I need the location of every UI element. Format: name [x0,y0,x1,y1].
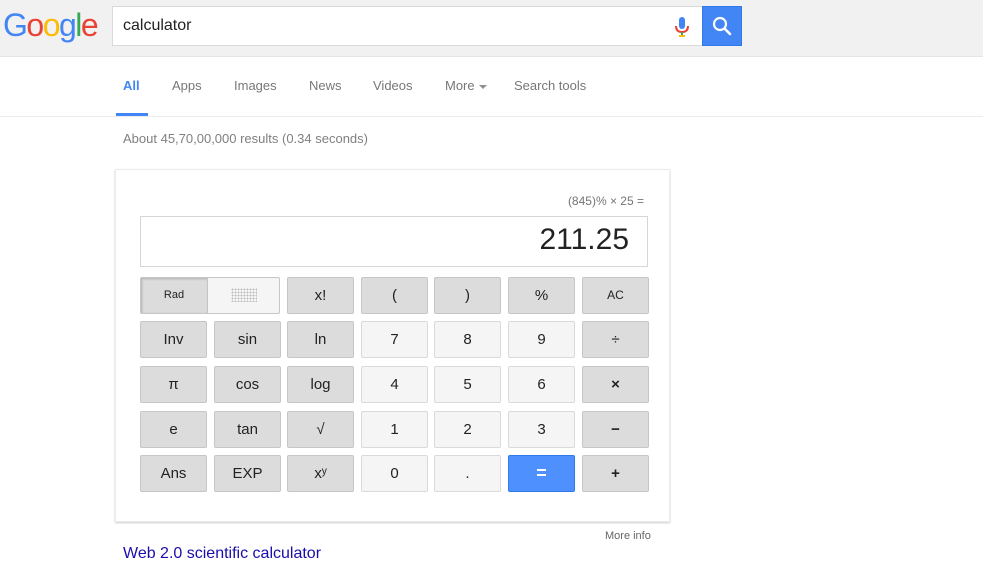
log-key[interactable]: log [287,366,354,403]
calculator-card: (845)% × 25 = 211.25 Rad x! ( ) % AC Inv… [115,169,670,522]
percent-key[interactable]: % [508,277,575,314]
deg-option-dots[interactable] [231,288,257,302]
digit-8-key[interactable]: 8 [434,321,501,358]
rad-deg-toggle[interactable]: Rad [140,277,280,314]
decimal-key[interactable]: . [434,455,501,492]
digit-2-key[interactable]: 2 [434,411,501,448]
clear-key[interactable]: AC [582,277,649,314]
microphone-icon[interactable] [675,17,689,37]
search-box [112,6,702,46]
tab-news[interactable]: News [309,78,342,93]
tab-more[interactable]: More [445,78,487,93]
next-result-title[interactable]: Web 2.0 scientific calculator [123,545,321,563]
header: Google [0,0,983,57]
tab-videos[interactable]: Videos [373,78,413,93]
calculator-display: 211.25 [140,216,648,267]
minus-key[interactable]: − [582,411,649,448]
more-info-link[interactable]: More info [605,530,651,542]
digit-9-key[interactable]: 9 [508,321,575,358]
inv-key[interactable]: Inv [140,321,207,358]
plus-key[interactable]: + [582,455,649,492]
e-key[interactable]: e [140,411,207,448]
ans-key[interactable]: Ans [140,455,207,492]
calculator-history: (845)% × 25 = [567,194,644,208]
tab-all[interactable]: All [123,78,140,93]
search-icon [712,16,732,36]
ln-key[interactable]: ln [287,321,354,358]
search-tabs: All Apps Images News Videos More Search … [0,57,983,117]
digit-0-key[interactable]: 0 [361,455,428,492]
tan-key[interactable]: tan [214,411,281,448]
tab-images[interactable]: Images [234,78,277,93]
sin-key[interactable]: sin [214,321,281,358]
search-button[interactable] [702,6,742,46]
result-stats: About 45,70,00,000 results (0.34 seconds… [123,131,368,146]
tab-apps[interactable]: Apps [172,78,202,93]
sqrt-key[interactable]: √ [287,411,354,448]
tab-more-label: More [445,78,475,93]
right-paren-key[interactable]: ) [434,277,501,314]
digit-4-key[interactable]: 4 [361,366,428,403]
chevron-down-icon [478,84,487,89]
google-logo[interactable]: Google [3,8,99,42]
left-paren-key[interactable]: ( [361,277,428,314]
digit-6-key[interactable]: 6 [508,366,575,403]
factorial-key[interactable]: x! [287,277,354,314]
power-key[interactable]: xʸ [287,455,354,492]
digit-7-key[interactable]: 7 [361,321,428,358]
multiply-key[interactable]: × [582,366,649,403]
pi-key[interactable]: π [140,366,207,403]
rad-option[interactable]: Rad [141,278,208,313]
digit-1-key[interactable]: 1 [361,411,428,448]
tab-search-tools[interactable]: Search tools [514,78,586,93]
equals-key[interactable]: = [508,455,575,492]
cos-key[interactable]: cos [214,366,281,403]
exp-key[interactable]: EXP [214,455,281,492]
search-input[interactable] [123,7,663,45]
digit-3-key[interactable]: 3 [508,411,575,448]
display-value: 211.25 [539,223,629,256]
divide-key[interactable]: ÷ [582,321,649,358]
digit-5-key[interactable]: 5 [434,366,501,403]
active-tab-indicator [116,113,148,116]
